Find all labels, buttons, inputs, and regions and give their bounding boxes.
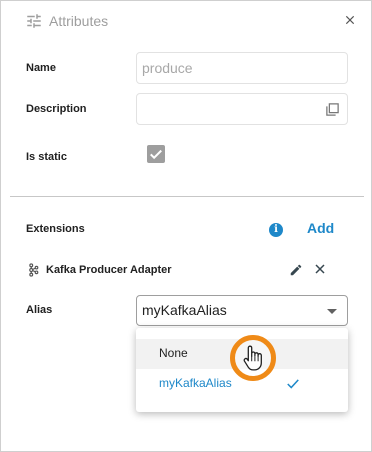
remove-extension-icon[interactable] — [314, 263, 326, 275]
dropdown-arrow-icon[interactable] — [327, 309, 337, 314]
panel-title: Attributes — [49, 13, 109, 29]
description-field[interactable] — [136, 93, 348, 125]
description-label: Description — [26, 103, 87, 115]
edit-icon[interactable] — [289, 263, 303, 277]
attributes-panel: Attributes Name produce Description Is s… — [0, 0, 372, 452]
alias-select[interactable]: myKafkaAlias — [136, 295, 348, 326]
name-value: produce — [142, 60, 193, 76]
name-field[interactable]: produce — [136, 52, 348, 84]
section-divider — [10, 196, 364, 197]
extension-name: Kafka Producer Adapter — [46, 264, 172, 276]
alias-option-label: None — [159, 346, 188, 360]
alias-selected-value: myKafkaAlias — [142, 302, 227, 318]
close-icon[interactable] — [343, 13, 357, 27]
is-static-checkbox[interactable] — [147, 145, 165, 163]
hand-pointer-cursor-icon — [243, 345, 262, 371]
panel-header: Attributes — [25, 11, 108, 31]
info-icon[interactable]: i — [269, 223, 283, 237]
kafka-icon — [29, 263, 39, 277]
is-static-label: Is static — [26, 151, 67, 163]
checkmark-icon — [150, 149, 162, 160]
open-in-new-window-icon[interactable] — [325, 102, 340, 117]
selected-check-icon — [287, 379, 299, 389]
tune-icon — [27, 14, 41, 28]
name-label: Name — [26, 62, 56, 74]
extensions-label: Extensions — [26, 223, 85, 235]
alias-label: Alias — [26, 304, 53, 316]
add-extension-button[interactable]: Add — [307, 220, 334, 236]
alias-option-label: myKafkaAlias — [159, 376, 232, 390]
